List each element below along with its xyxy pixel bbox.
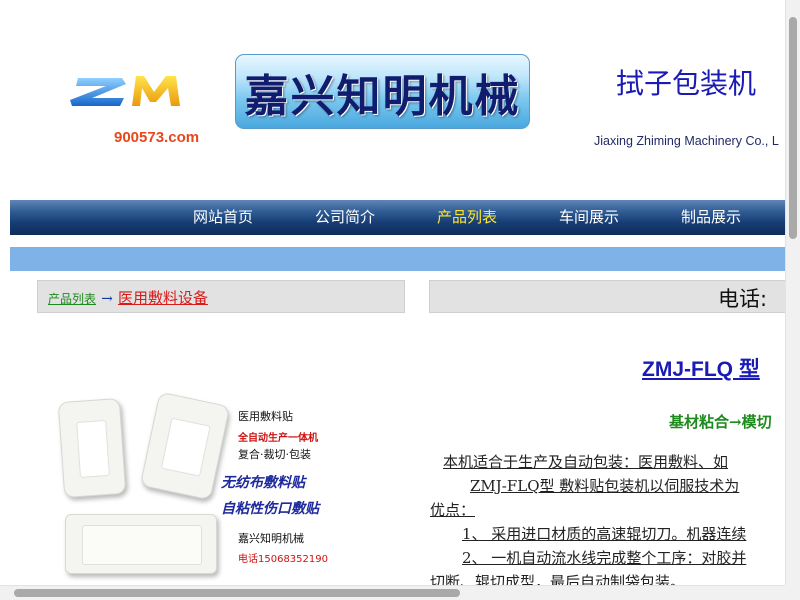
scroll-corner <box>785 585 800 600</box>
horizontal-scrollbar[interactable] <box>0 585 785 600</box>
brand-name: 嘉兴知明机械 <box>244 70 521 122</box>
image-text-line5: 自粘性伤口敷贴 <box>221 501 319 517</box>
desc-line-2: ZMJ-FLQ型 敷料贴包装机以伺服技术为 <box>470 477 740 495</box>
breadcrumb-link-products[interactable]: 产品列表 <box>48 292 96 306</box>
sub-nav-bar <box>10 247 786 271</box>
horizontal-scroll-thumb[interactable] <box>14 589 460 597</box>
page-heading: 拭子包装机 <box>616 67 757 100</box>
vertical-scrollbar[interactable] <box>785 0 800 585</box>
breadcrumb-arrow: → <box>101 291 113 307</box>
main-nav: 网站首页 公司简介 产品列表 车间展示 制品展示 <box>10 200 786 235</box>
breadcrumb-current[interactable]: 医用敷料设备 <box>118 289 208 307</box>
nav-item-workshop[interactable]: 车间展示 <box>559 200 619 235</box>
process-flow: 基材粘合→模切 <box>669 413 772 431</box>
image-text-line4: 无纺布敷料贴 <box>221 475 305 491</box>
brand-banner: 嘉兴知明机械 <box>235 54 530 129</box>
phone-label: 电话: <box>718 287 768 311</box>
desc-line-4: 1、 采用进口材质的高速辊切刀。机器连续 <box>462 525 747 543</box>
image-text-line2: 全自动生产一体机 <box>238 433 318 444</box>
image-text-line6: 嘉兴知明机械 <box>238 532 304 545</box>
company-english-name: Jiaxing Zhiming Machinery Co., L <box>594 134 779 148</box>
nav-item-products[interactable]: 产品列表 <box>437 200 497 235</box>
dressing-strip <box>65 514 217 574</box>
product-image: 医用敷料贴 全自动生产一体机 复合·裁切·包装 无纺布敷料贴 自粘性伤口敷贴 嘉… <box>55 388 355 582</box>
vertical-scroll-thumb[interactable] <box>789 17 797 239</box>
nav-item-about[interactable]: 公司简介 <box>315 200 375 235</box>
desc-line-3: 优点： <box>430 501 476 519</box>
nav-item-home[interactable]: 网站首页 <box>193 200 253 235</box>
image-text-line1: 医用敷料贴 <box>238 410 293 423</box>
phone-panel: 电话: <box>429 280 786 313</box>
nav-item-showcase[interactable]: 制品展示 <box>681 200 741 235</box>
image-text-line7: 电话15068352190 <box>238 554 328 565</box>
desc-line-5: 2、 一机自动流水线完成整个工序：对胶并 <box>462 549 747 567</box>
dressing-patch-2 <box>139 391 231 501</box>
desc-line-1: 本机适合于生产及自动包装：医用敷料、如 <box>443 453 729 471</box>
zm-logo[interactable] <box>70 70 182 112</box>
dressing-patch-1 <box>57 397 127 499</box>
image-text-line3: 复合·裁切·包装 <box>238 448 311 461</box>
breadcrumb: 产品列表 → 医用敷料设备 <box>37 280 405 313</box>
site-url[interactable]: 900573.com <box>114 129 199 146</box>
product-title[interactable]: ZMJ-FLQ 型 <box>642 353 760 383</box>
